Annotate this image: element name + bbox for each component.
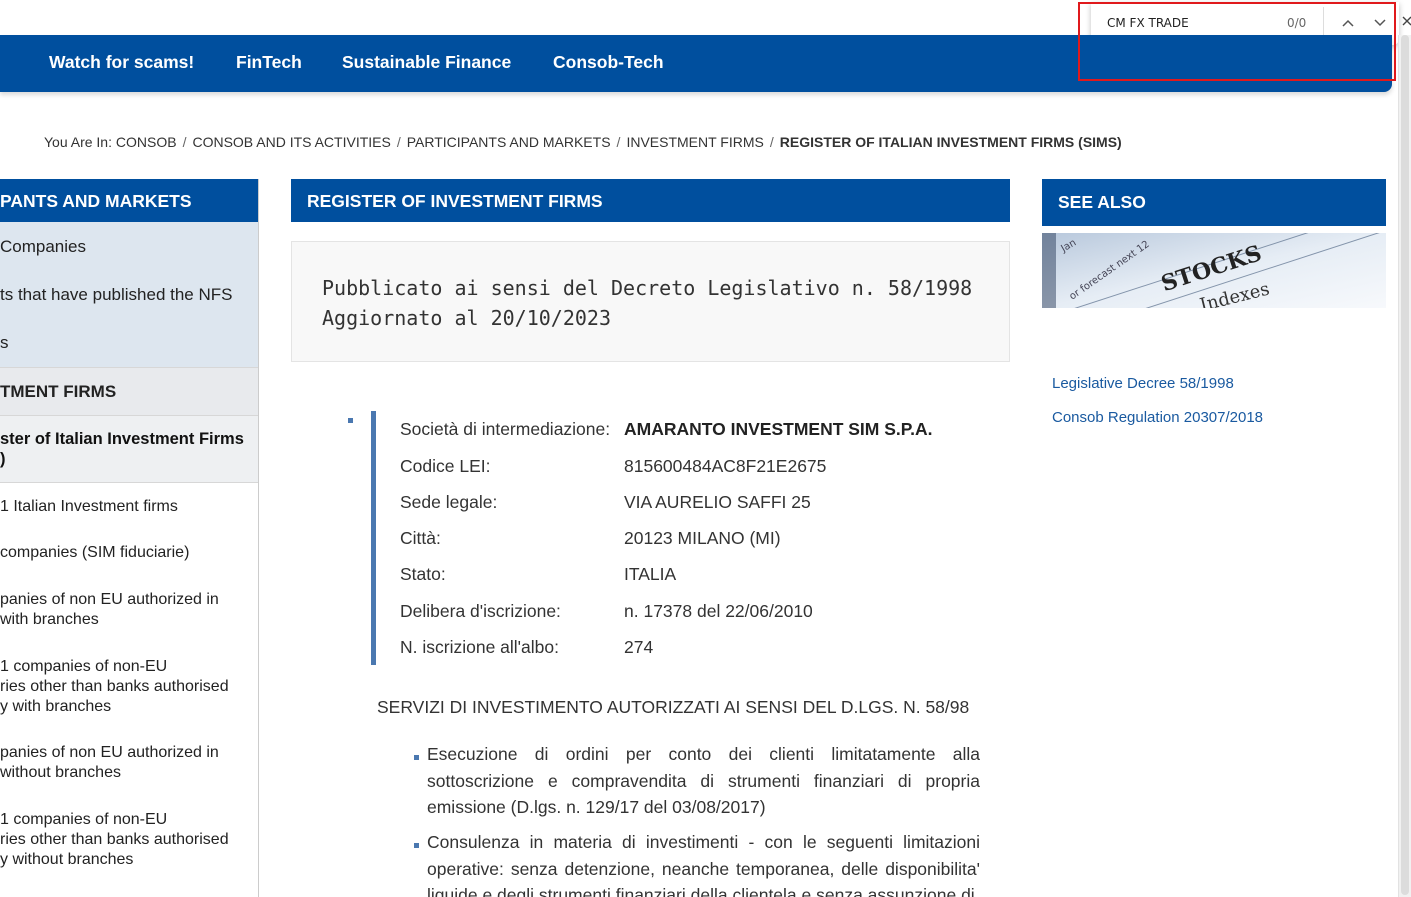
sidebar-link-italian-firms[interactable]: 1 Italian Investment firms <box>0 497 178 517</box>
updated-text: Aggiornato al 20/10/2023 <box>322 306 611 330</box>
sidebar-link-non-eu-other-branches-cont[interactable]: ries other than banks authorised <box>0 677 229 697</box>
sidebar-link-non-eu-branches[interactable]: panies of non EU authorized in <box>0 590 219 610</box>
sidebar-active-line2: ) <box>0 450 6 468</box>
breadcrumb-separator: / <box>396 134 401 150</box>
firm-details-card: Società di intermediazione: AMARANTO INV… <box>371 411 991 665</box>
firm-value: AMARANTO INVESTMENT SIM S.P.A. <box>624 419 933 439</box>
breadcrumb-item-consob[interactable]: CONSOB <box>116 134 177 150</box>
scrollbar-thumb[interactable] <box>1401 35 1409 895</box>
service-item: Consulenza in materia di investimenti - … <box>427 832 980 897</box>
link-consob-regulation[interactable]: Consob Regulation 20307/2018 <box>1052 409 1263 426</box>
firm-value: 815600484AC8F21E2675 <box>624 456 827 476</box>
bullet-icon <box>414 755 419 760</box>
nav-watch-for-scams[interactable]: Watch for scams! <box>49 52 194 73</box>
see-also-title: SEE ALSO <box>1042 179 1386 226</box>
top-navigation-bar: Watch for scams! FinTech Sustainable Fin… <box>0 35 1392 92</box>
find-match-count: 0/0 <box>1287 16 1307 30</box>
nav-consob-tech[interactable]: Consob-Tech <box>553 52 664 73</box>
firm-label: N. iscrizione all'albo: <box>400 637 559 657</box>
sidebar-link-non-eu-no-branches[interactable]: panies of non EU authorized in <box>0 743 219 763</box>
breadcrumb-current: REGISTER OF ITALIAN INVESTMENT FIRMS (SI… <box>779 134 1122 150</box>
page-scrollbar[interactable] <box>1398 35 1411 897</box>
firm-label: Delibera d'iscrizione: <box>400 601 561 621</box>
breadcrumb: You Are In: CONSOB / CONSOB AND ITS ACTIVI… <box>44 134 1122 150</box>
breadcrumb-separator: / <box>182 134 187 150</box>
firm-label: Sede legale: <box>400 492 498 512</box>
publication-notice: Pubblicato ai sensi del Decreto Legislat… <box>291 241 1010 362</box>
breadcrumb-separator: / <box>616 134 621 150</box>
sidebar-active-line1: ster of Italian Investment Firms <box>0 430 244 448</box>
sidebar-subitems: Companies ts that have published the NFS… <box>0 222 258 367</box>
bullet-icon <box>348 418 353 423</box>
nav-sustainable-finance[interactable]: Sustainable Finance <box>342 52 511 73</box>
sidebar-link-non-eu-other-no-branches[interactable]: 1 companies of non-EU <box>0 810 167 830</box>
firm-label: Stato: <box>400 564 446 584</box>
breadcrumb-prefix: You Are In: <box>44 134 112 150</box>
find-input[interactable] <box>1107 15 1277 31</box>
firm-value: ITALIA <box>624 564 677 584</box>
stocks-banner-image[interactable]: STOCKS Indexes or forecast next 12 Jan <box>1042 233 1386 308</box>
firm-value: 274 <box>624 637 654 657</box>
sidebar-link-sim-fiduciarie[interactable]: companies (SIM fiduciarie) <box>0 543 189 563</box>
breadcrumb-item-investment-firms[interactable]: INVESTMENT FIRMS <box>626 134 763 150</box>
close-icon[interactable] <box>1402 11 1411 31</box>
sidebar-link-non-eu-branches-cont[interactable]: with branches <box>0 610 99 630</box>
firm-label: Città: <box>400 528 441 548</box>
chevron-down-icon[interactable] <box>1370 13 1390 33</box>
sidebar-link-non-eu-other-no-branches-cont[interactable]: ries other than banks authorised <box>0 830 229 850</box>
services-title: SERVIZI DI INVESTIMENTO AUTORIZZATI AI S… <box>377 697 970 717</box>
bullet-icon <box>414 843 419 848</box>
firm-label: Codice LEI: <box>400 456 491 476</box>
breadcrumb-item-consob-activities[interactable]: CONSOB AND ITS ACTIVITIES <box>192 134 390 150</box>
breadcrumb-item-participants-markets[interactable]: PARTICIPANTS AND MARKETS <box>407 134 611 150</box>
sidebar-item-truncated[interactable]: s <box>0 333 9 353</box>
main-section-title: REGISTER OF INVESTMENT FIRMS <box>291 179 1010 222</box>
firm-value: 20123 MILANO (MI) <box>624 528 781 548</box>
sidebar-link-non-eu-other-branches-cont2[interactable]: y with branches <box>0 697 111 717</box>
sidebar-section-investment-firms[interactable]: TMENT FIRMS <box>0 367 258 416</box>
firm-label: Società di intermediazione: <box>400 419 611 439</box>
sidebar-item-companies[interactable]: Companies <box>0 237 86 257</box>
link-legislative-decree[interactable]: Legislative Decree 58/1998 <box>1052 375 1234 392</box>
sidebar-link-non-eu-other-no-branches-cont2[interactable]: y without branches <box>0 850 133 870</box>
sidebar-link-non-eu-other-branches[interactable]: 1 companies of non-EU <box>0 657 167 677</box>
sidebar-title: PANTS AND MARKETS <box>0 179 258 222</box>
service-item: Esecuzione di ordini per conto dei clien… <box>427 744 980 817</box>
sidebar-link-non-eu-no-branches-cont[interactable]: without branches <box>0 763 121 783</box>
firm-value: VIA AURELIO SAFFI 25 <box>624 492 811 512</box>
sidebar-item-nfs[interactable]: ts that have published the NFS <box>0 285 232 305</box>
nav-fintech[interactable]: FinTech <box>236 52 302 73</box>
chevron-up-icon[interactable] <box>1338 13 1358 33</box>
firm-value: n. 17378 del 22/06/2010 <box>624 601 813 621</box>
breadcrumb-separator: / <box>769 134 774 150</box>
published-text: Pubblicato ai sensi del Decreto Legislat… <box>322 276 973 300</box>
sidebar-item-register-active[interactable]: ster of Italian Investment Firms ) <box>0 416 258 483</box>
left-sidebar: PANTS AND MARKETS Companies ts that have… <box>0 179 259 897</box>
